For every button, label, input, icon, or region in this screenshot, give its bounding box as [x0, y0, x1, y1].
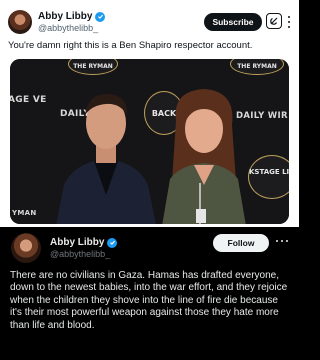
- author-handle[interactable]: @abbythelibb_: [50, 249, 110, 259]
- author-name[interactable]: Abby Libby: [38, 11, 92, 22]
- more-options-icon[interactable]: [276, 238, 288, 244]
- follow-button[interactable]: Follow: [213, 234, 269, 252]
- subscribe-button[interactable]: Subscribe: [204, 13, 262, 31]
- author-name-row: Abby Libby: [38, 11, 106, 22]
- verified-badge-icon: [95, 11, 106, 22]
- main-post-card[interactable]: Abby Libby @abbythelibb_ Follow There ar…: [0, 227, 299, 360]
- backdrop-badge: THE RYMAN: [68, 59, 118, 75]
- avatar[interactable]: [8, 10, 32, 34]
- backdrop-badge: KSTAGE LIVE: [248, 155, 289, 199]
- avatar[interactable]: [11, 233, 41, 263]
- post-text: You're damn right this is a Ben Shapiro …: [8, 40, 253, 51]
- backdrop-badge: THE RYMAN: [230, 59, 284, 75]
- quoted-post-card[interactable]: Abby Libby @abbythelibb_ Subscribe You'r…: [0, 0, 299, 227]
- author-name-row: Abby Libby: [50, 237, 118, 248]
- author-name[interactable]: Abby Libby: [50, 237, 104, 248]
- more-options-icon[interactable]: [286, 16, 292, 28]
- post-header: Abby Libby @abbythelibb_ Subscribe: [8, 10, 291, 36]
- backdrop-text: YMAN: [12, 209, 37, 217]
- grok-icon[interactable]: [266, 13, 282, 29]
- backdrop-text: AGE VE: [10, 95, 47, 105]
- author-handle[interactable]: @abbythelibb_: [38, 23, 98, 33]
- post-text: There are no civilians in Gaza. Hamas ha…: [10, 270, 288, 331]
- post-photo[interactable]: THE RYMAN THE RYMAN AGE VE DAILY WI BACK…: [10, 59, 289, 224]
- verified-badge-icon: [107, 237, 118, 248]
- person-right-figure: [162, 89, 246, 224]
- person-left-figure: [56, 93, 156, 224]
